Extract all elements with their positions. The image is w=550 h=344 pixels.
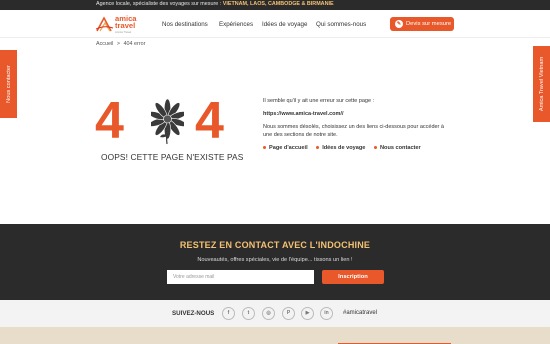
logo-tagline: Amica Travel — [115, 30, 132, 34]
link-home[interactable]: Page d'accueil — [263, 145, 308, 151]
quote-button[interactable]: ✎ Devis sur mesure — [390, 17, 454, 31]
social-bar: SUIVEZ-NOUS f t ◎ P ▶ in #amicatravel — [0, 300, 550, 327]
newsletter-subtitle: Nouveautés, offres spéciales, vie de l'é… — [197, 257, 353, 263]
lotus-flower-icon — [151, 98, 184, 145]
link-contact[interactable]: Nous contacter — [373, 145, 421, 151]
newsletter-section: RESTEZ EN CONTACT AVEC L'INDOCHINE Nouve… — [0, 224, 550, 300]
error-digit-right: 4 — [195, 92, 224, 150]
footer — [0, 327, 550, 344]
top-bar-text: Agence locale, spécialiste des voyages s… — [96, 1, 334, 7]
nav-qui-sommes-nous[interactable]: Qui sommes-nous — [316, 21, 366, 28]
chat-icon: ✎ — [395, 20, 403, 28]
header: amica travel Amica Travel Nos destinatio… — [0, 10, 550, 38]
quote-button-label: Devis sur mesure — [406, 20, 452, 27]
bullet-icon — [373, 146, 377, 150]
link-ideas[interactable]: Idées de voyage — [316, 145, 365, 151]
error-headline: OOPS! CETTE PAGE N'EXISTE PAS — [101, 152, 244, 162]
breadcrumb-home[interactable]: Accueil — [96, 41, 113, 47]
side-tab-vietnam-label: Amica Travel Vietnam — [538, 56, 545, 112]
social-label: SUIVEZ-NOUS — [172, 310, 215, 317]
logo-icon — [96, 16, 114, 32]
youtube-icon[interactable]: ▶ — [301, 307, 314, 320]
error-url: https://www.amica-travel.com// — [263, 111, 344, 117]
hashtag[interactable]: #amicatravel — [343, 310, 377, 316]
logo[interactable]: amica travel Amica Travel — [96, 14, 146, 35]
side-tab-vietnam[interactable]: Amica Travel Vietnam — [533, 46, 550, 122]
breadcrumb-separator: > — [116, 41, 121, 47]
pinterest-icon[interactable]: P — [282, 307, 295, 320]
side-tab-contact-label: Nous contacter — [5, 65, 12, 103]
nav-idees[interactable]: Idées de voyage — [262, 21, 307, 28]
error-digit-left: 4 — [95, 92, 124, 150]
facebook-icon[interactable]: f — [222, 307, 235, 320]
instagram-icon[interactable]: ◎ — [262, 307, 275, 320]
error-links: Page d'accueil Idées de voyage Nous cont… — [263, 145, 428, 151]
nav-destinations[interactable]: Nos destinations — [162, 21, 208, 28]
newsletter-title: RESTEZ EN CONTACT AVEC L'INDOCHINE — [179, 240, 371, 250]
top-bar: Agence locale, spécialiste des voyages s… — [0, 0, 550, 10]
bullet-icon — [263, 146, 266, 150]
error-line-2: Nous sommes désolés, choisissez un des l… — [263, 124, 444, 130]
email-field[interactable] — [167, 270, 314, 284]
side-tab-contact[interactable]: Nous contacter — [0, 50, 17, 118]
error-line-1: Il semble qu'il y ait une erreur sur cet… — [263, 98, 375, 104]
bullet-icon — [316, 146, 320, 150]
twitter-icon[interactable]: t — [242, 307, 255, 320]
breadcrumb: Accueil > 404 error — [96, 41, 145, 47]
subscribe-button[interactable]: Inscription — [322, 270, 384, 284]
breadcrumb-current: 404 error — [123, 41, 146, 47]
error-line-3: une des sections de notre site. — [263, 132, 338, 138]
nav-experiences[interactable]: Expériences — [219, 21, 253, 28]
logo-text-travel: travel — [115, 21, 136, 30]
linkedin-icon[interactable]: in — [320, 307, 333, 320]
